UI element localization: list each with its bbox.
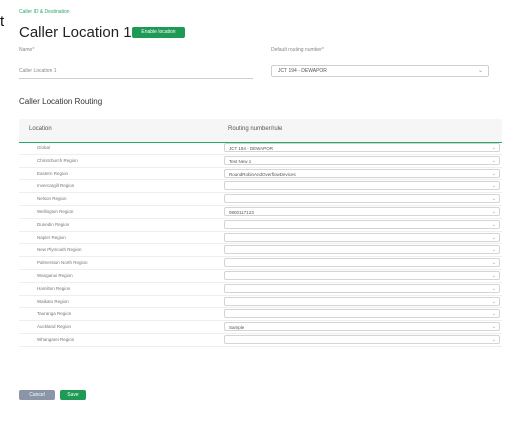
table-row: Invercargill Region ⌄ (19, 180, 502, 194)
table-row: Dunedin Region ⌄ (19, 219, 502, 232)
default-routing-select[interactable]: JCT 194 - DEWAPOR ⌄ (271, 65, 489, 77)
window-fragment-text: t (0, 13, 5, 30)
save-button[interactable]: Save (60, 390, 86, 400)
page-title: Caller Location 1 (19, 24, 132, 41)
table-row: Waikato Region ⌄ (19, 296, 502, 309)
chevron-down-icon: ⌄ (491, 145, 496, 151)
chevron-down-icon: ⌄ (491, 208, 496, 215)
chevron-down-icon: ⌄ (491, 157, 496, 164)
location-name: Dunedin Region (37, 221, 70, 227)
chevron-down-icon: ⌄ (491, 260, 496, 267)
chevron-down-icon: ⌄ (491, 324, 496, 331)
routing-select[interactable]: ⌄ (224, 258, 500, 268)
location-name: Nelson Region (37, 196, 67, 202)
routing-select[interactable]: ⌄ (224, 270, 500, 280)
breadcrumb[interactable]: Caller ID & Destination (19, 9, 70, 15)
location-name: Global (37, 145, 51, 150)
enable-location-button[interactable]: Enable location (132, 27, 185, 38)
chevron-down-icon: ⌄ (491, 285, 496, 292)
name-label: Name* (19, 47, 35, 53)
location-name: Hamilton Region (37, 285, 71, 291)
location-name: Tauranga Region (37, 311, 72, 317)
routing-value: JCT 194 - DEWAPOR (229, 146, 274, 151)
location-name: New Plymouth Region (37, 247, 82, 253)
routing-select[interactable]: ⌄ (224, 296, 500, 306)
routing-select[interactable]: RoundRobinAndOverflowDevices ⌄ (224, 168, 500, 178)
routing-select[interactable]: ⌄ (224, 245, 500, 255)
routing-select[interactable]: JCT 194 - DEWAPOR ⌄ (224, 143, 500, 152)
routing-table-body: Global JCT 194 - DEWAPOR ⌄ Christchurch Reg… (19, 142, 502, 347)
location-name: Palmerston North Region (37, 260, 88, 266)
chevron-down-icon: ⌄ (491, 196, 496, 203)
cancel-button[interactable]: Cancel (19, 390, 55, 400)
routing-select[interactable]: 0800117123 ⌄ (224, 206, 500, 216)
chevron-down-icon: ⌄ (491, 183, 496, 190)
column-header-location: Location (29, 126, 52, 132)
chevron-down-icon: ⌄ (491, 311, 496, 318)
routing-select[interactable]: ⌄ (224, 334, 500, 344)
chevron-down-icon: ⌄ (491, 298, 496, 305)
location-name: Auckland Region (37, 324, 72, 330)
table-row: Wellington Region 0800117123 ⌄ (19, 206, 502, 219)
routing-value: Test New 1 (229, 158, 252, 164)
routing-select[interactable]: Sample ⌄ (224, 322, 500, 332)
default-routing-label: Default routing number* (271, 47, 324, 53)
table-row: Tauranga Region ⌄ (19, 308, 502, 322)
routing-select[interactable]: ⌄ (224, 309, 500, 319)
routing-select[interactable]: Test New 1 ⌄ (224, 155, 500, 165)
routing-value: 0800117123 (229, 209, 254, 215)
table-row: Christchurch Region Test New 1 ⌄ (19, 155, 502, 168)
routing-select[interactable]: ⌄ (224, 232, 500, 242)
routing-select[interactable]: ⌄ (224, 283, 500, 293)
table-row: Wanganui Region ⌄ (19, 270, 502, 283)
chevron-down-icon: ⌄ (491, 170, 496, 177)
location-name: Waikato Region (37, 298, 69, 304)
location-name: Wanganui Region (37, 272, 73, 278)
table-row: Auckland Region Sample ⌄ (19, 321, 502, 334)
default-routing-value: JCT 194 - DEWAPOR (278, 68, 327, 74)
chevron-down-icon: ⌄ (491, 272, 496, 279)
column-header-routing: Routing number/rule (228, 126, 283, 132)
name-field-value[interactable]: Caller Location 1 (19, 68, 57, 74)
location-name: Eastern Region (37, 170, 69, 176)
table-row: Hamilton Region ⌄ (19, 283, 502, 296)
location-name: Napier Region (37, 234, 66, 240)
chevron-down-icon: ⌄ (491, 247, 496, 254)
table-row: Napier Region ⌄ (19, 232, 502, 245)
location-name: Invercargill Region (37, 183, 75, 189)
routing-select[interactable]: ⌄ (224, 194, 500, 204)
chevron-down-icon: ⌄ (491, 336, 496, 343)
routing-select[interactable]: ⌄ (224, 181, 500, 191)
location-name: Wellington Region (37, 208, 74, 214)
location-name: Whangarei Region (37, 336, 75, 342)
table-row: Global JCT 194 - DEWAPOR ⌄ (19, 142, 502, 155)
routing-select[interactable]: ⌄ (224, 219, 500, 229)
chevron-down-icon: ⌄ (477, 68, 483, 74)
routing-table-header: Location Routing number/rule (19, 119, 502, 143)
chevron-down-icon: ⌄ (491, 234, 496, 241)
routing-value: RoundRobinAndOverflowDevices (229, 171, 296, 177)
table-row: Nelson Region ⌄ (19, 193, 502, 206)
routing-value: Sample (229, 325, 245, 331)
table-row: Eastern Region RoundRobinAndOverflowDevic… (19, 168, 502, 181)
section-title: Caller Location Routing (19, 97, 103, 106)
chevron-down-icon: ⌄ (491, 221, 496, 228)
table-row: Palmerston North Region ⌄ (19, 257, 502, 270)
table-row: New Plymouth Region ⌄ (19, 244, 502, 258)
location-name: Christchurch Region (37, 157, 78, 163)
table-row: Whangarei Region ⌄ (19, 334, 502, 347)
name-field-underline (19, 78, 253, 79)
